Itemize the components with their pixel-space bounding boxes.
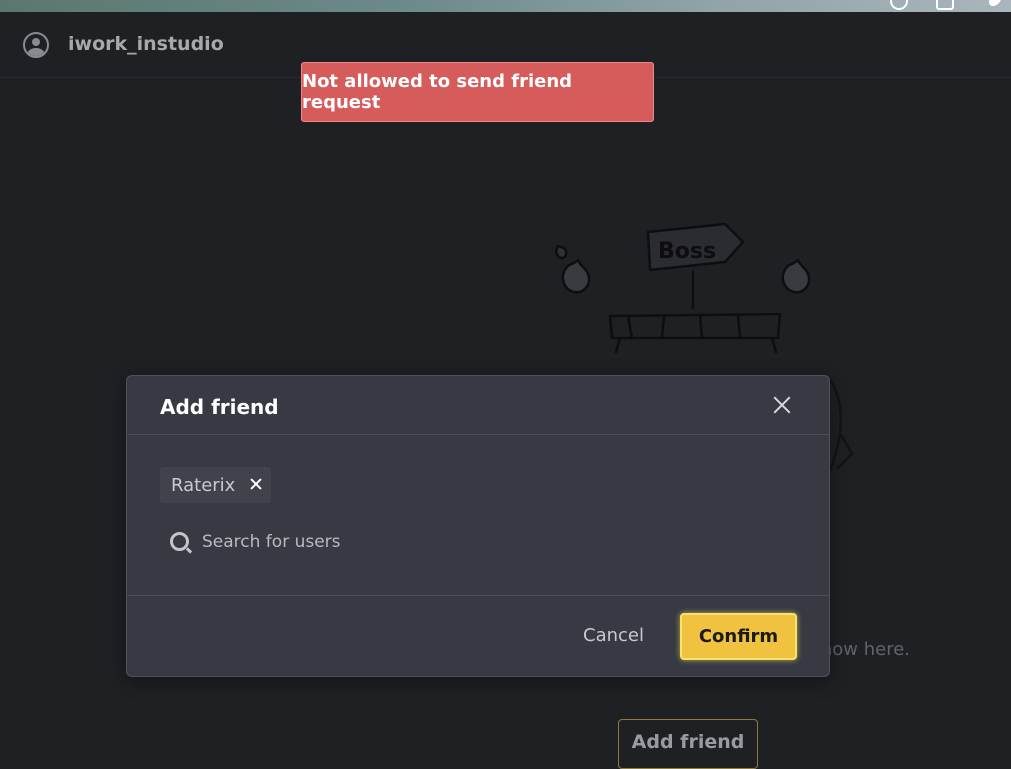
os-square-icon xyxy=(936,0,954,10)
search-input[interactable] xyxy=(200,528,604,556)
add-friend-modal: Add friend Raterix Cancel Confirm xyxy=(126,375,830,677)
chip-label: Raterix xyxy=(171,474,236,496)
add-friend-button[interactable]: Add friend xyxy=(618,719,758,769)
selected-user-chip: Raterix xyxy=(160,467,272,503)
os-drop-icon xyxy=(986,0,1004,9)
modal-header: Add friend xyxy=(127,376,829,435)
user-search xyxy=(170,526,770,558)
cancel-button[interactable]: Cancel xyxy=(583,618,644,654)
avatar-head xyxy=(32,38,40,46)
modal-title: Add friend xyxy=(160,395,279,419)
search-icon xyxy=(170,532,189,551)
avatar-body xyxy=(27,48,45,56)
user-avatar-icon[interactable] xyxy=(23,32,49,58)
modal-footer: Cancel Confirm xyxy=(127,595,829,677)
error-toast: Not allowed to send friend request xyxy=(301,62,654,122)
confirm-button[interactable]: Confirm xyxy=(680,613,797,660)
close-icon[interactable] xyxy=(767,390,797,420)
remove-chip-icon[interactable] xyxy=(249,477,263,491)
os-circle-icon xyxy=(890,0,908,10)
boss-sign-text: Boss xyxy=(658,239,716,264)
os-status-strip xyxy=(0,0,1011,12)
username-label[interactable]: iwork_instudio xyxy=(68,33,224,55)
